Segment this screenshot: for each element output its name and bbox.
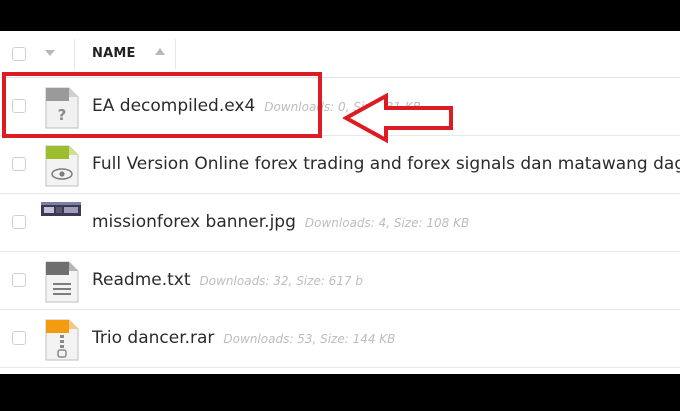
file-row[interactable]: Readme.txt Downloads: 32, Size: 617 b — [0, 252, 680, 310]
sort-ascending-icon[interactable] — [155, 48, 165, 55]
file-meta: Downloads: 4, Size: 108 KB — [304, 216, 470, 230]
file-checkbox[interactable] — [12, 215, 26, 229]
file-name-text[interactable]: missionforex banner.jpg — [92, 212, 296, 232]
header-divider — [175, 39, 176, 69]
file-meta: Downloads: 32, Size: 617 b — [199, 274, 364, 288]
file-name-text[interactable]: Readme.txt — [92, 270, 191, 290]
eye-document-icon — [45, 145, 79, 187]
archive-file-icon — [45, 319, 79, 361]
file-row[interactable]: Trio dancer.rar Downloads: 53, Size: 144 … — [0, 310, 680, 368]
file-list-header: NAME — [0, 31, 680, 78]
file-checkbox[interactable] — [12, 157, 26, 171]
header-divider — [74, 39, 75, 69]
file-name-text[interactable]: Trio dancer.rar — [92, 328, 214, 348]
file-name[interactable]: Full Version Online forex trading and fo… — [92, 154, 680, 174]
file-checkbox[interactable] — [12, 273, 26, 287]
file-checkbox[interactable] — [12, 331, 26, 345]
selection-dropdown-icon[interactable] — [45, 50, 55, 56]
name-column-header[interactable]: NAME — [92, 46, 136, 61]
file-name[interactable]: missionforex banner.jpg Downloads: 4, Siz… — [92, 212, 469, 232]
file-meta: Downloads: 53, Size: 144 KB — [223, 332, 396, 346]
text-file-icon — [45, 261, 79, 303]
image-thumbnail-icon — [41, 202, 81, 216]
select-all-checkbox[interactable] — [12, 47, 26, 61]
highlight-box — [2, 72, 322, 138]
file-name-text[interactable]: Full Version Online forex trading and fo… — [92, 154, 680, 174]
file-name[interactable]: Trio dancer.rar Downloads: 53, Size: 144 … — [92, 328, 395, 348]
red-arrow-icon — [343, 92, 453, 144]
file-row[interactable]: missionforex banner.jpg Downloads: 4, Siz… — [0, 194, 680, 252]
file-name[interactable]: Readme.txt Downloads: 32, Size: 617 b — [92, 270, 363, 290]
file-row[interactable]: Full Version Online forex trading and fo… — [0, 136, 680, 194]
